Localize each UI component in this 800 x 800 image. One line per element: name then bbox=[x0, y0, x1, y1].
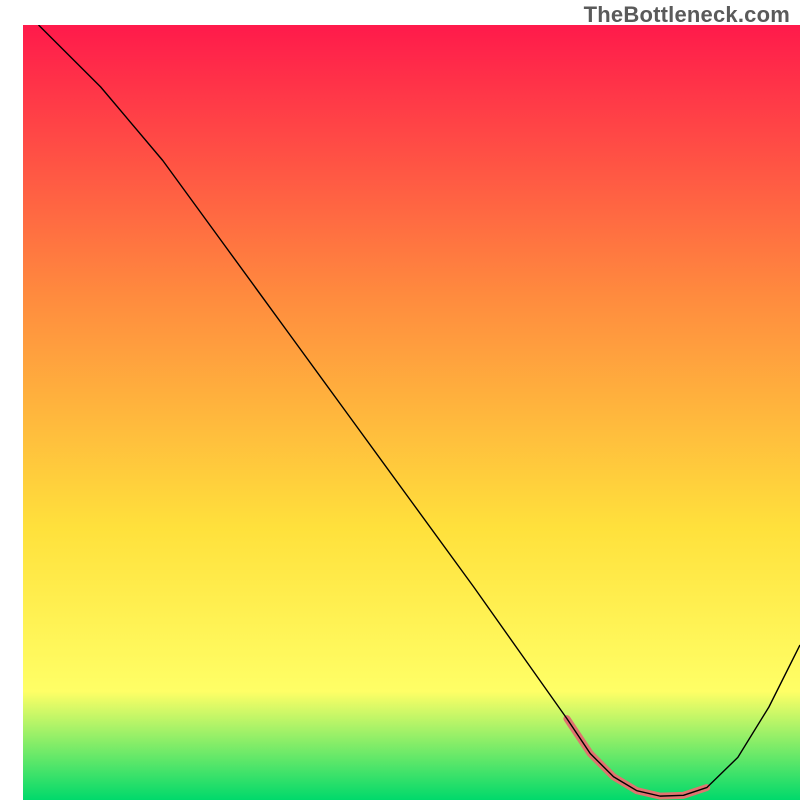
bottleneck-chart bbox=[0, 0, 800, 800]
chart-stage: TheBottleneck.com bbox=[0, 0, 800, 800]
gradient-background bbox=[23, 25, 800, 800]
watermark-text: TheBottleneck.com bbox=[584, 2, 790, 28]
